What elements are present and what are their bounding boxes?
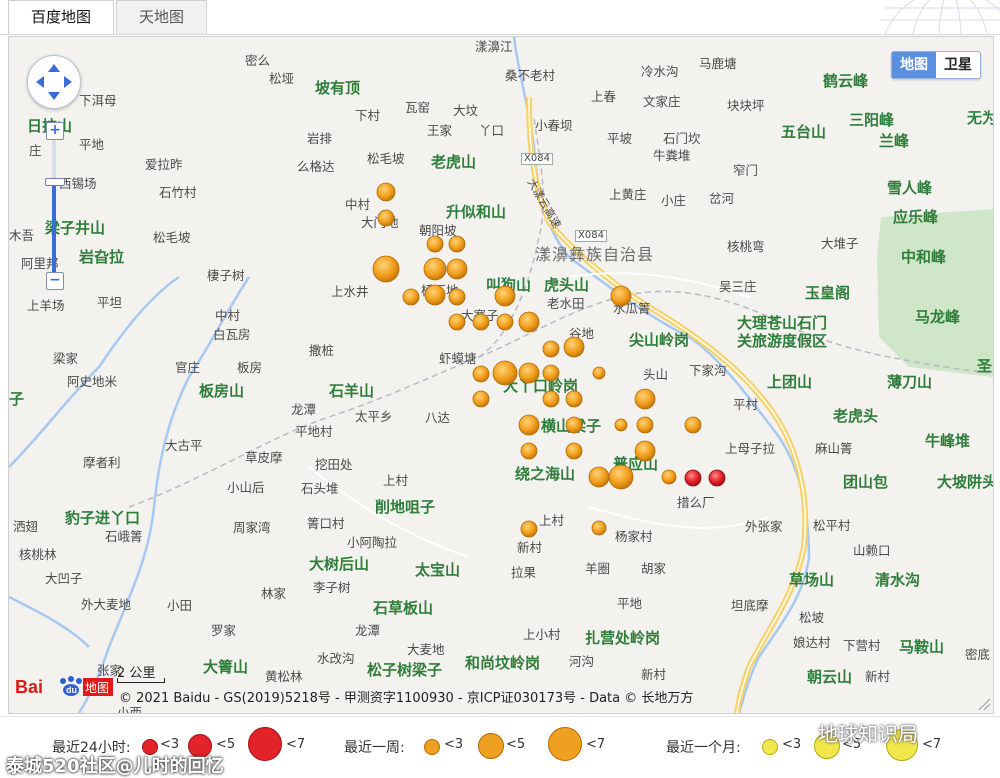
quake-marker-week (542, 390, 560, 408)
legend-week-lt5: <5 (506, 737, 526, 752)
zoom-out-button[interactable]: − (46, 272, 64, 290)
scale-ruler (117, 678, 165, 683)
quake-marker-week (518, 414, 540, 436)
quake-marker-week (472, 313, 490, 331)
quake-marker-week (402, 288, 420, 306)
quake-markers (372, 182, 726, 538)
quake-marker-week (565, 442, 583, 460)
quake-marker-week (684, 416, 702, 434)
map-type-switch: 地图 卫星 (891, 51, 981, 79)
baidu-logo-text: Bai (15, 677, 43, 697)
quake-marker-week (565, 390, 583, 408)
svg-text:du: du (66, 685, 77, 695)
quake-marker-week (376, 182, 396, 202)
quake-marker-week (634, 388, 656, 410)
legend-week-title: 最近一周: (344, 740, 405, 756)
quake-marker-week (377, 209, 395, 227)
tab-tianditu[interactable]: 天地图 (116, 0, 208, 34)
quake-marker-week (518, 362, 540, 384)
pan-control[interactable] (27, 55, 81, 109)
quake-marker-week (446, 258, 468, 280)
scale-bar: 2 公里 (117, 662, 165, 683)
quake-marker-week (661, 469, 677, 485)
resize-grip-icon[interactable] (977, 697, 991, 711)
quake-marker-week (472, 390, 490, 408)
quake-marker-week (448, 313, 466, 331)
zoom-in-button[interactable]: + (46, 122, 64, 140)
baidu-logo: Bai du 地图 (11, 673, 115, 699)
legend-24h-lt3: <3 (160, 737, 180, 752)
quake-marker-week (610, 285, 632, 307)
legend-24h-large-marker (248, 727, 282, 761)
quake-marker-week (563, 336, 585, 358)
legend-month-lt7: <7 (922, 737, 942, 752)
watermark-forum: 泰城520社区@儿时的回忆 (6, 756, 224, 777)
quake-marker-week (448, 288, 466, 306)
header-globe-decoration (760, 0, 1000, 34)
quake-marker-week (496, 313, 514, 331)
baidu-paw-icon: du (60, 676, 82, 696)
baidu-logo-sub: 地图 (85, 681, 109, 695)
quake-marker-week (591, 520, 607, 536)
map-canvas[interactable]: 坡有顶 老虎山 升似和山 叫狗山 虎头山 尖山岭岗 岩旮拉 梁子井山 日拉山 板… (8, 36, 994, 714)
quake-marker-week (424, 284, 446, 306)
quake-marker-week (518, 311, 540, 333)
map-provider-tabs: 百度地图 天地图 (0, 0, 1000, 35)
legend-week-large-marker (548, 727, 582, 761)
quake-marker-week (592, 366, 606, 380)
quake-marker-week (542, 340, 560, 358)
legend-week-medium-marker (478, 733, 504, 759)
legend-month-lt3: <3 (782, 737, 802, 752)
quake-marker-week (520, 520, 538, 538)
legend-week-lt3: <3 (444, 737, 464, 752)
quake-marker-week (448, 235, 466, 253)
quake-marker-week (492, 360, 518, 386)
quake-marker-week (426, 235, 444, 253)
tab-baidu-map[interactable]: 百度地图 (8, 0, 115, 34)
map-type-satellite-button[interactable]: 卫星 (936, 52, 980, 78)
quake-marker-24h (708, 469, 726, 487)
legend-month-title: 最近一个月: (666, 740, 741, 756)
quake-marker-week (608, 464, 634, 490)
quake-marker-week (565, 416, 583, 434)
legend-24h-lt7: <7 (286, 737, 306, 752)
legend-week-small-marker (424, 739, 440, 755)
quake-marker-week (634, 440, 656, 462)
quake-marker-24h (684, 469, 702, 487)
watermark-brand: 地球知识局 (818, 722, 918, 746)
zoom-control: + − (45, 122, 65, 306)
quake-marker-week (423, 257, 447, 281)
pan-arrows-icon (36, 64, 72, 100)
quake-marker-week (520, 442, 538, 460)
quake-marker-week (636, 416, 654, 434)
zoom-slider-handle[interactable] (45, 178, 65, 186)
quake-marker-week (588, 466, 610, 488)
quake-marker-week (494, 285, 516, 307)
quake-marker-week (614, 418, 628, 432)
quake-marker-week (472, 365, 490, 383)
quake-marker-week (542, 364, 560, 382)
legend-month-small-marker (762, 739, 778, 755)
map-type-map-button[interactable]: 地图 (892, 52, 936, 78)
legend-week-lt7: <7 (586, 737, 606, 752)
map-copyright: © 2021 Baidu - GS(2019)5218号 - 甲测资字11009… (119, 691, 694, 706)
quake-marker-week (372, 255, 400, 283)
legend-24h-lt5: <5 (216, 737, 236, 752)
